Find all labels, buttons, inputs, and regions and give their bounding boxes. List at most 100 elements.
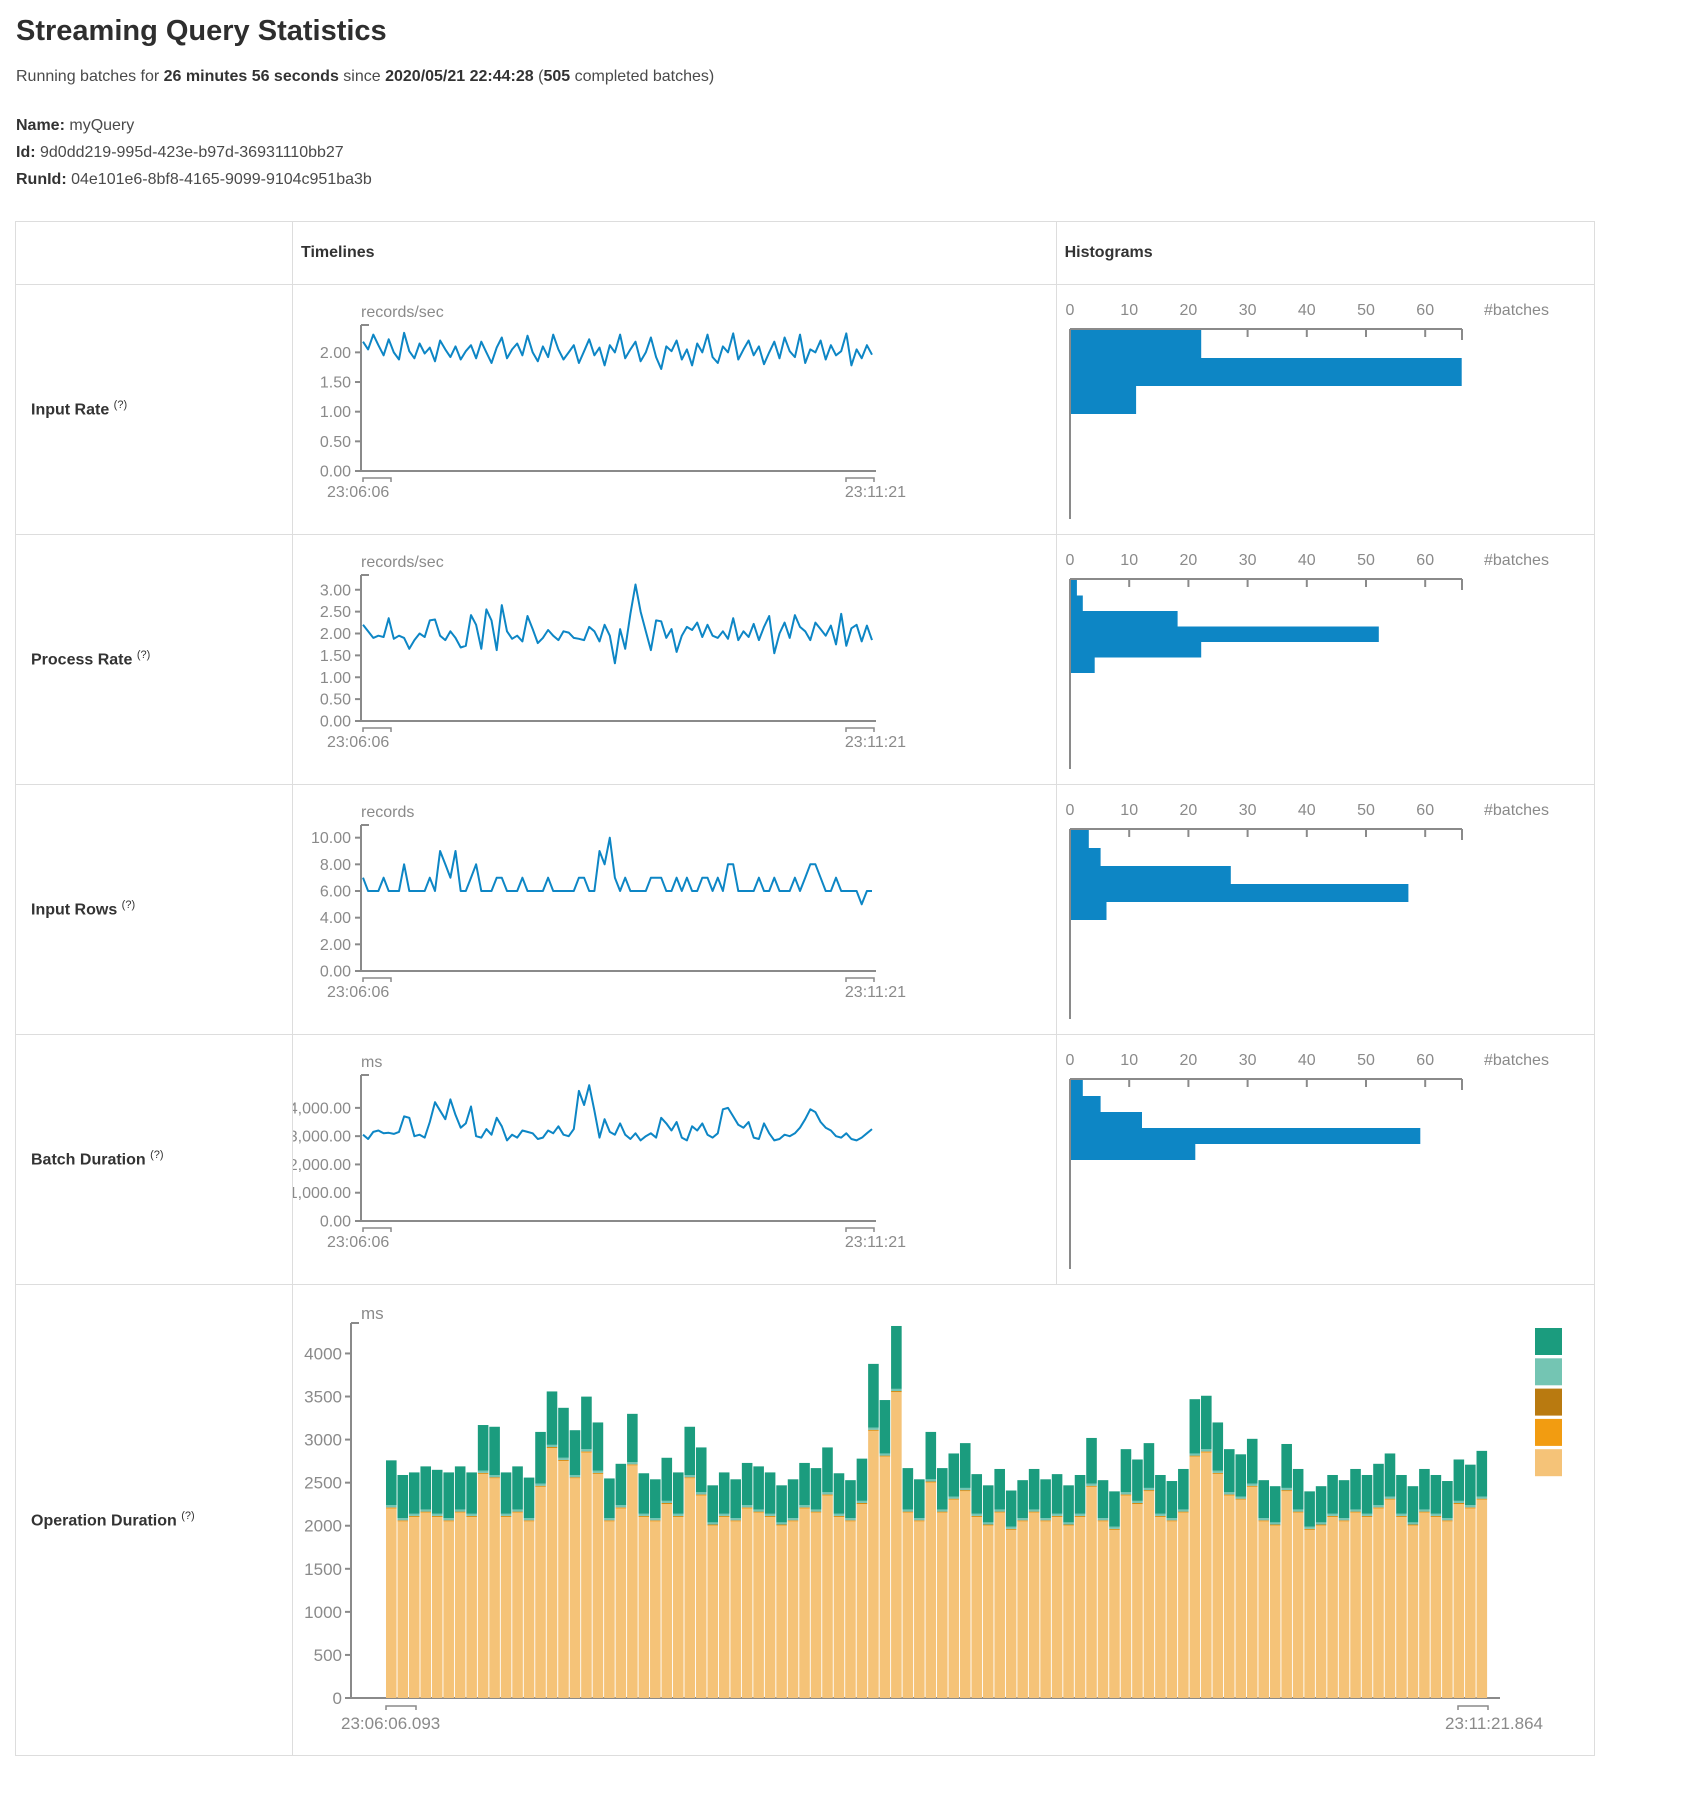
input-rate-timeline-chart: records/sec2.001.501.000.500.0023:06:062… bbox=[293, 285, 1055, 534]
svg-text:500: 500 bbox=[314, 1646, 342, 1665]
svg-text:3000: 3000 bbox=[304, 1430, 342, 1449]
legend-swatch[interactable] bbox=[1535, 1388, 1562, 1415]
summary-timestamp: 2020/05/21 22:44:28 bbox=[385, 68, 534, 85]
legend-swatch[interactable] bbox=[1535, 1358, 1562, 1385]
svg-text:0: 0 bbox=[1065, 552, 1074, 569]
process-rate-histogram-cell: 0102030405060#batches bbox=[1056, 534, 1594, 784]
help-icon[interactable]: (?) bbox=[122, 899, 135, 911]
svg-text:20: 20 bbox=[1179, 552, 1197, 569]
input-rows-label: Input Rows bbox=[31, 902, 117, 919]
svg-text:2.00: 2.00 bbox=[320, 345, 351, 362]
query-id-line: Id: 9d0dd219-995d-423e-b97d-36931110bb27 bbox=[16, 139, 1693, 166]
metric-column-header bbox=[16, 221, 293, 284]
input-rate-label-cell: Input Rate (?) bbox=[16, 284, 293, 534]
svg-text:20: 20 bbox=[1179, 302, 1197, 319]
legend-swatch[interactable] bbox=[1535, 1449, 1562, 1476]
svg-text:23:06:06: 23:06:06 bbox=[327, 734, 389, 751]
svg-text:2000: 2000 bbox=[304, 1517, 342, 1536]
svg-text:23:11:21: 23:11:21 bbox=[845, 1234, 906, 1251]
svg-text:50: 50 bbox=[1357, 802, 1375, 819]
svg-text:10: 10 bbox=[1120, 302, 1138, 319]
svg-text:30: 30 bbox=[1238, 802, 1256, 819]
help-icon[interactable]: (?) bbox=[181, 1510, 194, 1522]
svg-text:1500: 1500 bbox=[304, 1560, 342, 1579]
svg-text:60: 60 bbox=[1416, 1052, 1434, 1069]
svg-text:50: 50 bbox=[1357, 302, 1375, 319]
summary-paren: ( bbox=[534, 68, 544, 85]
query-runid-line: RunId: 04e101e6-8bf8-4165-9099-9104c951b… bbox=[16, 166, 1693, 193]
operation-duration-label-cell: Operation Duration (?) bbox=[16, 1284, 293, 1755]
svg-text:23:11:21: 23:11:21 bbox=[845, 484, 906, 501]
table-header-row: Timelines Histograms bbox=[16, 221, 1595, 284]
svg-text:50: 50 bbox=[1357, 1052, 1375, 1069]
query-name-value: myQuery bbox=[69, 117, 134, 134]
query-runid-label: RunId: bbox=[16, 171, 67, 188]
help-icon[interactable]: (?) bbox=[114, 399, 127, 411]
input-rows-histogram-cell: 0102030405060#batches bbox=[1056, 784, 1594, 1034]
svg-text:23:06:06.093: 23:06:06.093 bbox=[341, 1714, 440, 1733]
process-rate-timeline-cell: records/sec3.002.502.001.501.000.500.002… bbox=[293, 534, 1057, 784]
svg-text:10: 10 bbox=[1120, 552, 1138, 569]
input-rows-timeline-cell: records10.008.006.004.002.000.0023:06:06… bbox=[293, 784, 1057, 1034]
metric-row-input-rows: Input Rows (?) records10.008.006.004.002… bbox=[16, 784, 1595, 1034]
svg-text:3.00: 3.00 bbox=[320, 582, 351, 599]
svg-text:0.00: 0.00 bbox=[320, 463, 351, 480]
svg-text:23:11:21.864: 23:11:21.864 bbox=[1445, 1714, 1543, 1733]
input-rows-timeline-chart: records10.008.006.004.002.000.0023:06:06… bbox=[293, 785, 1055, 1034]
svg-text:30: 30 bbox=[1238, 1052, 1256, 1069]
metric-row-batch-duration: Batch Duration (?) ms4,000.003,000.002,0… bbox=[16, 1034, 1595, 1284]
svg-text:23:06:06: 23:06:06 bbox=[327, 1234, 389, 1251]
svg-text:60: 60 bbox=[1416, 552, 1434, 569]
query-id-label: Id: bbox=[16, 144, 36, 161]
batch-duration-histogram-chart: 0102030405060#batches bbox=[1057, 1035, 1594, 1284]
operation-duration-chart-cell: ms4000350030002500200015001000500023:06:… bbox=[293, 1284, 1595, 1755]
metric-row-operation-duration: Operation Duration (?) ms400035003000250… bbox=[16, 1284, 1595, 1755]
query-runid-value: 04e101e6-8bf8-4165-9099-9104c951ba3b bbox=[71, 171, 372, 188]
svg-text:30: 30 bbox=[1238, 552, 1256, 569]
help-icon[interactable]: (?) bbox=[150, 1149, 163, 1161]
svg-text:#batches: #batches bbox=[1484, 1052, 1549, 1069]
svg-text:10: 10 bbox=[1120, 1052, 1138, 1069]
svg-text:40: 40 bbox=[1297, 1052, 1315, 1069]
svg-text:20: 20 bbox=[1179, 802, 1197, 819]
input-rate-timeline-cell: records/sec2.001.501.000.500.0023:06:062… bbox=[293, 284, 1057, 534]
query-name-line: Name: myQuery bbox=[16, 112, 1693, 139]
timelines-header: Timelines bbox=[293, 221, 1057, 284]
process-rate-label-cell: Process Rate (?) bbox=[16, 534, 293, 784]
svg-text:0.00: 0.00 bbox=[320, 713, 351, 730]
svg-text:0: 0 bbox=[1065, 802, 1074, 819]
summary-prefix: Running batches for bbox=[16, 68, 164, 85]
svg-text:40: 40 bbox=[1297, 552, 1315, 569]
svg-text:30: 30 bbox=[1238, 302, 1256, 319]
svg-text:0.00: 0.00 bbox=[320, 963, 351, 980]
svg-text:23:06:06: 23:06:06 bbox=[327, 484, 389, 501]
svg-text:40: 40 bbox=[1297, 302, 1315, 319]
batch-duration-label: Batch Duration bbox=[31, 1152, 146, 1169]
svg-text:records/sec: records/sec bbox=[361, 554, 444, 571]
legend-swatch[interactable] bbox=[1535, 1419, 1562, 1446]
svg-text:4000: 4000 bbox=[304, 1344, 342, 1363]
svg-text:10: 10 bbox=[1120, 802, 1138, 819]
svg-text:3,000.00: 3,000.00 bbox=[293, 1129, 351, 1146]
input-rows-label-cell: Input Rows (?) bbox=[16, 784, 293, 1034]
process-rate-label: Process Rate bbox=[31, 652, 132, 669]
svg-text:0: 0 bbox=[1065, 1052, 1074, 1069]
operation-duration-chart: ms4000350030002500200015001000500023:06:… bbox=[293, 1285, 1594, 1755]
svg-text:2500: 2500 bbox=[304, 1474, 342, 1493]
svg-text:2,000.00: 2,000.00 bbox=[293, 1157, 351, 1174]
input-rows-histogram-chart: 0102030405060#batches bbox=[1057, 785, 1594, 1034]
svg-text:6.00: 6.00 bbox=[320, 883, 351, 900]
svg-text:0.50: 0.50 bbox=[320, 434, 351, 451]
svg-text:#batches: #batches bbox=[1484, 802, 1549, 819]
legend-swatch[interactable] bbox=[1535, 1328, 1562, 1355]
svg-text:1.00: 1.00 bbox=[320, 670, 351, 687]
process-rate-histogram-chart: 0102030405060#batches bbox=[1057, 535, 1594, 784]
svg-text:23:11:21: 23:11:21 bbox=[845, 734, 906, 751]
svg-text:1000: 1000 bbox=[304, 1603, 342, 1622]
query-id-value: 9d0dd219-995d-423e-b97d-36931110bb27 bbox=[40, 144, 344, 161]
batch-duration-timeline-cell: ms4,000.003,000.002,000.001,000.000.0023… bbox=[293, 1034, 1057, 1284]
running-batches-summary: Running batches for 26 minutes 56 second… bbox=[16, 68, 1693, 86]
help-icon[interactable]: (?) bbox=[137, 649, 150, 661]
svg-text:8.00: 8.00 bbox=[320, 857, 351, 874]
svg-text:23:11:21: 23:11:21 bbox=[845, 984, 906, 1001]
